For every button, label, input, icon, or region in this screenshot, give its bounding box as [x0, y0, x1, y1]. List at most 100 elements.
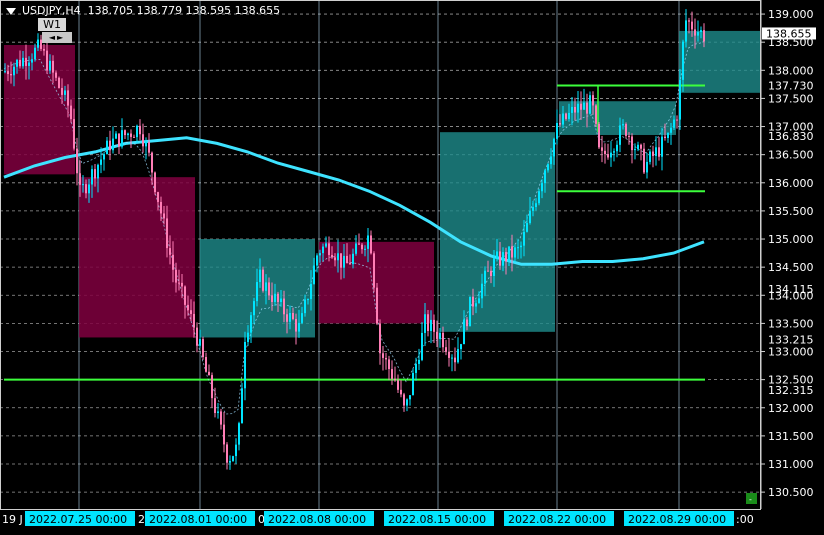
collapse-arrow-icon[interactable] [6, 7, 16, 15]
chart-window[interactable]: 139.000 138.500 138.000 137.500 137.000 136.5… [0, 0, 824, 531]
candle-body [205, 357, 207, 372]
candle-body [607, 154, 609, 158]
price-tick-label: 135.500 [768, 205, 814, 218]
candle-body [367, 235, 369, 249]
level-price-label: 134.115 [768, 283, 814, 296]
price-tick-label: 130.500 [768, 486, 814, 499]
level-price-label: 137.730 [768, 79, 814, 92]
candle-body [601, 147, 603, 151]
price-tick-label: 133.000 [768, 346, 814, 359]
candle-body [625, 124, 627, 136]
price-tick-label: 133.500 [768, 317, 814, 330]
candle-body [526, 222, 528, 232]
candle-body [610, 152, 612, 158]
candle-body [247, 332, 249, 342]
candle-body [379, 323, 381, 354]
candle-body [394, 378, 396, 381]
candle-body [592, 95, 594, 106]
candle-body [571, 106, 573, 113]
candle-body [478, 298, 480, 304]
candle-body [109, 140, 111, 151]
price-scale[interactable]: 139.000138.500138.000137.500137.000136.5… [760, 0, 824, 531]
candle-body [382, 353, 384, 358]
autoscroll-glyph: - [749, 495, 752, 504]
time-label: 2022.08.01 00:00 [149, 513, 247, 526]
candle-body [637, 144, 639, 150]
candle-body [511, 246, 513, 258]
candle-body [202, 339, 204, 358]
candle-body [469, 296, 471, 327]
zone-bear [4, 44, 75, 175]
zone-bull [559, 101, 676, 135]
ohlc-values: 138.705 138.779 138.595 138.655 [87, 4, 281, 17]
candle-body [7, 71, 9, 75]
candle-body [91, 169, 93, 185]
candle-body [355, 243, 357, 254]
w1-object[interactable]: W1 ◄► [38, 18, 72, 44]
candle-body [358, 243, 360, 245]
candle-body [172, 254, 174, 270]
candle-body [541, 183, 543, 192]
candle-body [103, 154, 105, 160]
candle-body [568, 112, 570, 119]
candle-body [682, 41, 684, 80]
candle-body [643, 148, 645, 173]
candle-body [457, 349, 459, 363]
candle-body [130, 133, 132, 137]
time-axis[interactable]: 19 J 2022.07.25 00:00 2 2022.08.01 00:00 0 20… [0, 510, 824, 531]
candle-body [565, 113, 567, 119]
candle-body [463, 319, 465, 345]
candle-body [460, 344, 462, 350]
w1-arrows[interactable]: ◄► [42, 32, 72, 43]
candle-body [217, 411, 219, 414]
candle-body [238, 423, 240, 445]
candle-body [142, 134, 144, 147]
candle-body [670, 127, 672, 133]
candle-body [634, 149, 636, 151]
candle-body [472, 296, 474, 307]
symbol-timeframe: USDJPY,H4 [22, 4, 81, 17]
price-tick-label: 135.000 [768, 233, 814, 246]
candle-body [283, 298, 285, 315]
candle-body [118, 133, 120, 147]
candle-body [616, 144, 618, 152]
candle-body [508, 246, 510, 262]
candle-body [328, 243, 330, 255]
candle-body [364, 248, 366, 250]
candle-body [265, 282, 267, 291]
level-price-label: 132.315 [768, 384, 814, 397]
candle-body [421, 332, 423, 360]
candle-body [193, 313, 195, 328]
candle-body [268, 282, 270, 296]
candle-body [373, 253, 375, 288]
candle-body [649, 151, 651, 162]
candle-body [337, 253, 339, 261]
candle-body [397, 380, 399, 390]
candle-body [136, 125, 138, 138]
candle-body [253, 301, 255, 316]
candle-body [580, 103, 582, 110]
candle-body [520, 245, 522, 248]
candle-body [67, 90, 69, 106]
candle-body [409, 395, 411, 400]
candle-body [121, 130, 123, 147]
candle-body [181, 282, 183, 287]
chart-canvas[interactable]: 139.000138.500138.000137.500137.000136.5… [0, 0, 824, 531]
candle-body [316, 255, 318, 266]
candle-body [298, 322, 300, 332]
candle-body [487, 270, 489, 272]
price-tick-label: 137.500 [768, 92, 814, 105]
candle-body [442, 332, 444, 348]
candle-body [652, 151, 654, 156]
candle-body [250, 315, 252, 333]
zone-bear [79, 177, 195, 338]
candle-body [82, 184, 84, 186]
candle-body [310, 283, 312, 300]
candle-body [301, 313, 303, 323]
candle-body [481, 283, 483, 299]
candle-body [226, 444, 228, 463]
candle-body [220, 411, 222, 425]
candle-body [13, 66, 15, 76]
candle-body [232, 456, 234, 462]
candle-body [448, 351, 450, 358]
